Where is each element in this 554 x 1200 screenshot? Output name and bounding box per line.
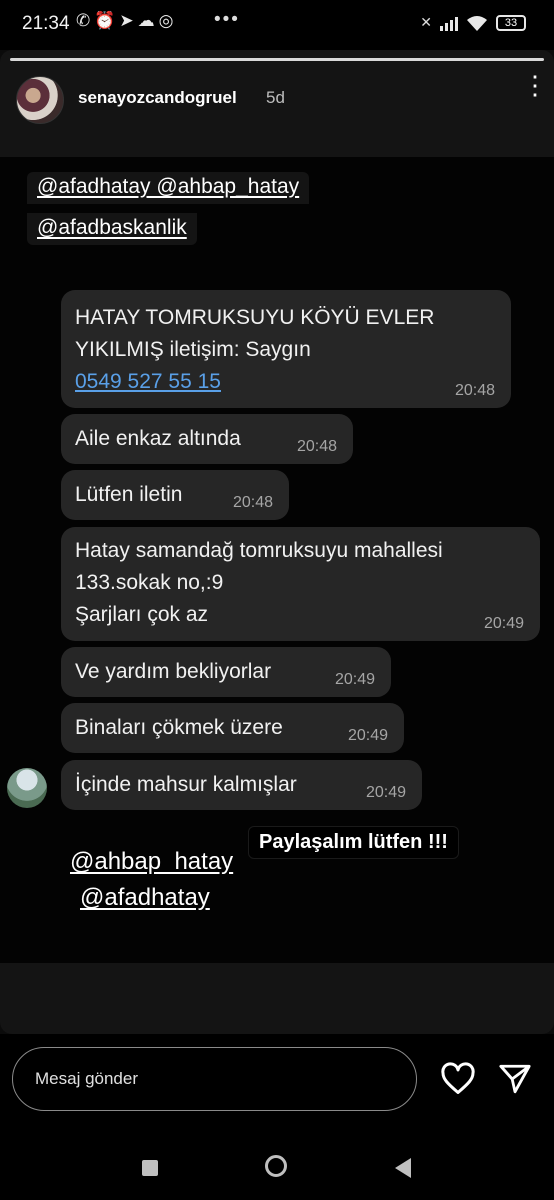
status-time: 21:34 [22, 13, 70, 34]
message-line: Şarjları çok az [75, 603, 209, 626]
message-time: 20:48 [454, 382, 495, 399]
signal-icon [440, 15, 458, 31]
message-time: 20:49 [483, 615, 524, 632]
status-right: ✕ 33 [420, 14, 526, 31]
tag-line-2[interactable]: @afadbaskanlik [27, 213, 197, 245]
more-options-icon[interactable]: ⋮ [522, 72, 548, 98]
message-time: 20:48 [296, 438, 337, 455]
wifi-icon [467, 15, 487, 31]
chat-message: Lütfen iletin 20:48 [61, 470, 289, 520]
send-icon[interactable] [498, 1062, 532, 1096]
message-line: Binaları çökmek üzere [75, 716, 283, 739]
avatar[interactable] [16, 76, 64, 124]
mention-ahbap[interactable]: @ahbap_hatay [70, 848, 233, 876]
message-line: 133.sokak no,:9 [75, 571, 224, 594]
share-caption: Paylaşalım lütfen !!! [248, 826, 459, 859]
phone-link[interactable]: 0549 527 55 15 [75, 366, 497, 398]
chat-message: HATAY TOMRUKSUYU KÖYÜ EVLER YIKILMIŞ ile… [61, 290, 511, 408]
mention-afad[interactable]: @afadhatay [80, 884, 210, 912]
heart-icon[interactable] [440, 1062, 476, 1096]
message-line: Hatay samandağ tomruksuyu mahallesi [75, 539, 443, 562]
message-input-placeholder: Mesaj gönder [35, 1069, 139, 1088]
back-button[interactable] [395, 1158, 411, 1178]
contact-avatar [7, 768, 47, 808]
status-bar: 21:34 ✆⏰➤☁◎ ••• ✕ 33 [0, 0, 554, 50]
chat-message: Aile enkaz altında 20:48 [61, 414, 353, 464]
reply-bar: Mesaj gönder [0, 1034, 554, 1200]
story-username[interactable]: senayozcandogruel [78, 88, 237, 108]
battery-level: 33 [504, 16, 518, 29]
battery-icon: 33 [496, 14, 526, 31]
message-time: 20:49 [347, 727, 388, 744]
message-time: 20:49 [365, 784, 406, 801]
message-line: HATAY TOMRUKSUYU KÖYÜ EVLER [75, 306, 435, 329]
message-line: Ve yardım bekliyorlar [75, 660, 272, 683]
recent-apps-button[interactable] [142, 1160, 158, 1176]
message-time: 20:48 [232, 494, 273, 511]
more-notifications-icon: ••• [214, 9, 240, 30]
chat-message: Hatay samandağ tomruksuyu mahallesi 133.… [61, 527, 540, 641]
message-time: 20:49 [334, 671, 375, 688]
story-header: senayozcandogruel 5d ⋮ [16, 72, 548, 124]
message-line: YIKILMIŞ iletişim: Saygın [75, 338, 311, 361]
story-time-ago: 5d [266, 88, 285, 107]
tag-line-1[interactable]: @afadhatay @ahbap_hatay [27, 172, 310, 204]
story-progress-bar [10, 58, 544, 61]
alarm-icon: ✕ [420, 14, 432, 30]
chat-message: Ve yardım bekliyorlar 20:49 [61, 647, 391, 697]
message-input[interactable]: Mesaj gönder [12, 1047, 417, 1111]
message-line: İçinde mahsur kalmışlar [75, 773, 297, 796]
chat-message: İçinde mahsur kalmışlar 20:49 [61, 760, 422, 810]
home-button[interactable] [265, 1155, 287, 1177]
chat-message: Binaları çökmek üzere 20:49 [61, 703, 404, 753]
notification-icons: ✆⏰➤☁◎ [76, 11, 178, 30]
